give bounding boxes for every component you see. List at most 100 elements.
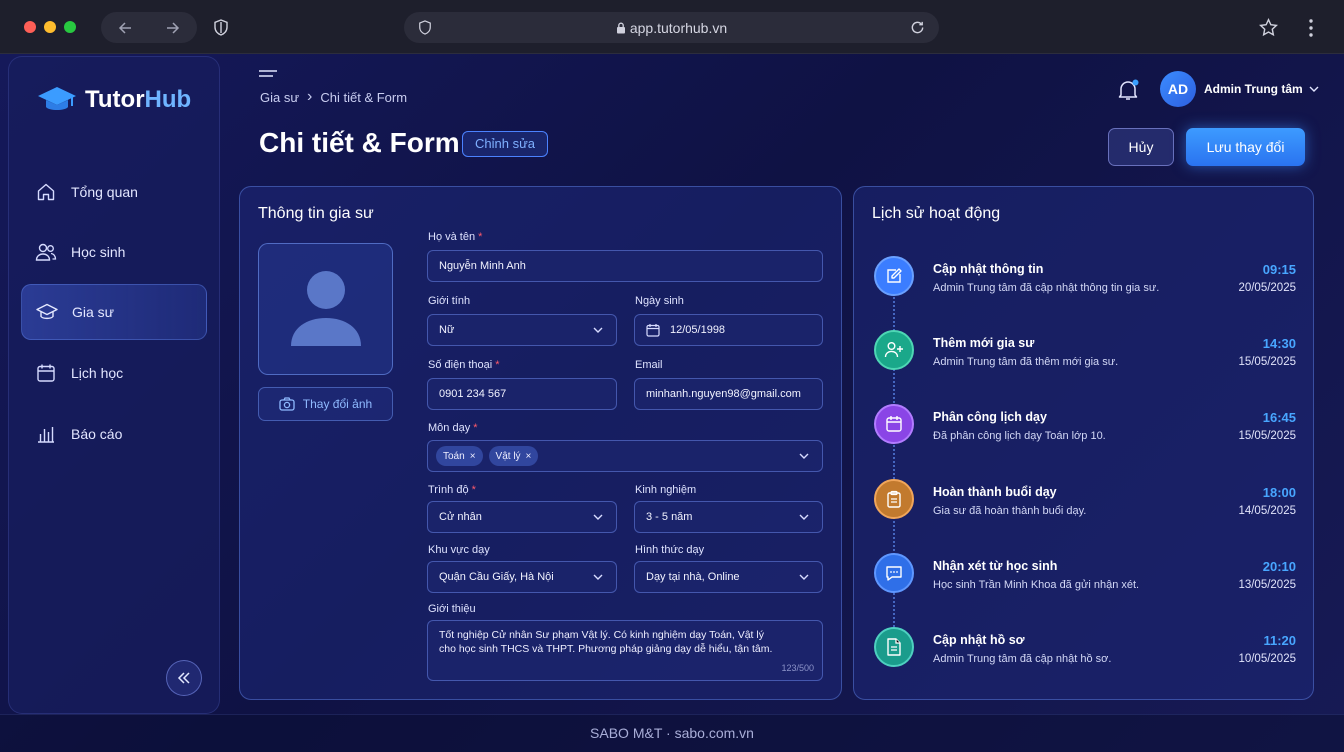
email-input[interactable]: minhanh.nguyen98@gmail.com <box>634 378 823 410</box>
card-title: Lịch sử hoạt động <box>872 205 1001 222</box>
degree-select[interactable]: Cử nhân <box>427 501 617 533</box>
minimize-window-button[interactable] <box>44 21 56 33</box>
phone-input[interactable]: 0901 234 567 <box>427 378 617 410</box>
sidebar-item-schedule[interactable]: Lịch học <box>21 345 207 401</box>
email-label: Email <box>635 359 663 371</box>
event-description: Đã phân công lịch dạy Toán lớp 10. <box>933 430 1106 442</box>
subject-tag: Vật lý × <box>488 446 539 466</box>
subjects-multiselect[interactable]: Toán × Vật lý × <box>427 440 823 472</box>
event-time: 14:30 <box>1262 336 1296 351</box>
chevron-down-icon <box>799 574 809 580</box>
event-title: Cập nhật thông tin <box>933 262 1044 276</box>
card-title: Thông tin gia sư <box>258 205 374 222</box>
area-select[interactable]: Quận Cầu Giấy, Hà Nội <box>427 561 617 593</box>
timeline-event[interactable]: Thêm mới gia sư Admin Trung tâm đã thêm … <box>872 330 1296 390</box>
calendar-icon <box>874 404 914 444</box>
sidebar: TutorHub Tổng quan Học sinh Gia sư Lịch … <box>8 56 220 714</box>
event-description: Admin Trung tâm đã cập nhật thông tin gi… <box>933 282 1160 294</box>
intro-textarea[interactable]: Tốt nghiệp Cử nhân Sư phạm Vật lý. Có ki… <box>427 620 823 681</box>
area-label: Khu vực dạy <box>428 544 490 556</box>
collapse-sidebar-button[interactable] <box>166 660 202 696</box>
event-title: Phân công lịch dạy <box>933 410 1047 424</box>
avatar[interactable]: AD <box>1160 71 1196 107</box>
timeline-event[interactable]: Hoàn thành buổi dạy Gia sư đã hoàn thành… <box>872 479 1296 539</box>
sidebar-item-reports[interactable]: Báo cáo <box>21 406 207 462</box>
user-name: Admin Trung tâm <box>1204 82 1303 96</box>
save-button[interactable]: Lưu thay đổi <box>1186 128 1305 166</box>
experience-value: 3 - 5 năm <box>646 511 693 523</box>
footer-text: SABO M&T · sabo.com.vn <box>590 725 754 741</box>
chevron-down-icon <box>1309 86 1319 92</box>
back-button[interactable] <box>101 12 149 43</box>
chevron-down-icon <box>799 453 809 459</box>
sidebar-item-label: Học sinh <box>71 244 126 260</box>
event-title: Cập nhật hồ sơ <box>933 633 1025 647</box>
chevron-down-icon <box>593 327 603 333</box>
event-date: 10/05/2025 <box>1238 653 1296 665</box>
bell-icon[interactable] <box>1116 78 1140 102</box>
edit-icon <box>874 256 914 296</box>
sidebar-item-label: Báo cáo <box>71 426 123 442</box>
profile-photo <box>258 243 393 375</box>
brand-logo[interactable]: TutorHub <box>37 85 191 115</box>
sidebar-item-label: Gia sư <box>72 304 115 320</box>
bookmark-star-icon[interactable] <box>1259 18 1278 37</box>
cancel-button[interactable]: Hủy <box>1108 128 1174 166</box>
intro-label: Giới thiệu <box>428 603 476 615</box>
event-description: Admin Trung tâm đã cập nhật hồ sơ. <box>933 653 1112 665</box>
dob-value: 12/05/1998 <box>670 324 726 336</box>
more-menu-icon[interactable] <box>1307 18 1315 38</box>
url-display: app.tutorhub.vn <box>404 20 939 36</box>
change-photo-button[interactable]: Thay đổi ảnh <box>258 387 393 421</box>
event-date: 15/05/2025 <box>1238 430 1296 442</box>
history-nav <box>101 12 197 43</box>
calendar-icon <box>35 362 57 384</box>
user-menu[interactable]: Admin Trung tâm <box>1204 82 1319 96</box>
gender-label: Giới tính <box>428 295 471 307</box>
remove-tag-icon[interactable]: × <box>526 451 532 462</box>
intro-text-line: Tốt nghiệp Cử nhân Sư phạm Vật lý. Có ki… <box>439 629 764 641</box>
reload-icon[interactable] <box>910 20 925 35</box>
change-photo-label: Thay đổi ảnh <box>302 397 373 411</box>
event-time: 18:00 <box>1262 485 1296 500</box>
timeline-event[interactable]: Nhận xét từ học sinh Học sinh Trần Minh … <box>872 553 1296 613</box>
browser-toolbar: app.tutorhub.vn <box>0 0 1344 54</box>
sidebar-item-students[interactable]: Học sinh <box>21 224 207 280</box>
teaching-mode-select[interactable]: Dạy tại nhà, Online <box>634 561 823 593</box>
event-time: 11:20 <box>1263 633 1296 648</box>
user-placeholder-icon <box>290 271 361 346</box>
message-icon <box>874 553 914 593</box>
teaching-mode-value: Dạy tại nhà, Online <box>646 571 740 583</box>
sidebar-item-overview[interactable]: Tổng quan <box>21 164 207 220</box>
address-bar[interactable]: app.tutorhub.vn <box>404 12 939 43</box>
sidebar-item-tutors[interactable]: Gia sư <box>21 284 207 340</box>
maximize-window-button[interactable] <box>64 21 76 33</box>
dob-input[interactable]: 12/05/1998 <box>634 314 823 346</box>
timeline-event[interactable]: Cập nhật hồ sơ Admin Trung tâm đã cập nh… <box>872 627 1296 687</box>
chevron-down-icon <box>593 514 603 520</box>
phone-label: Số điện thoại * <box>428 359 500 371</box>
teaching-mode-label: Hình thức dạy <box>635 544 705 556</box>
close-window-button[interactable] <box>24 21 36 33</box>
camera-icon <box>279 397 295 411</box>
forward-button[interactable] <box>149 12 197 43</box>
arrow-left-icon <box>118 21 131 34</box>
privacy-shield-button[interactable] <box>204 12 238 43</box>
remove-tag-icon[interactable]: × <box>470 451 476 462</box>
breadcrumb-parent-link[interactable]: Gia sư <box>260 90 299 105</box>
degree-value: Cử nhân <box>439 511 482 523</box>
event-time: 20:10 <box>1262 559 1296 574</box>
menu-icon[interactable] <box>259 70 277 82</box>
event-description: Admin Trung tâm đã thêm mới gia sư. <box>933 356 1119 368</box>
fullname-input[interactable]: Nguyễn Minh Anh <box>427 250 823 282</box>
chevron-down-icon <box>799 514 809 520</box>
phone-value: 0901 234 567 <box>439 388 507 400</box>
graduation-cap-icon <box>36 301 58 323</box>
timeline-event[interactable]: Phân công lịch dạy Đã phân công lịch dạy… <box>872 404 1296 464</box>
timeline-event[interactable]: Cập nhật thông tin Admin Trung tâm đã cậ… <box>872 256 1296 316</box>
sidebar-item-label: Lịch học <box>71 365 124 381</box>
event-time: 09:15 <box>1262 262 1296 277</box>
page-title: Chi tiết & Form <box>259 127 460 158</box>
experience-select[interactable]: 3 - 5 năm <box>634 501 823 533</box>
gender-select[interactable]: Nữ <box>427 314 617 346</box>
